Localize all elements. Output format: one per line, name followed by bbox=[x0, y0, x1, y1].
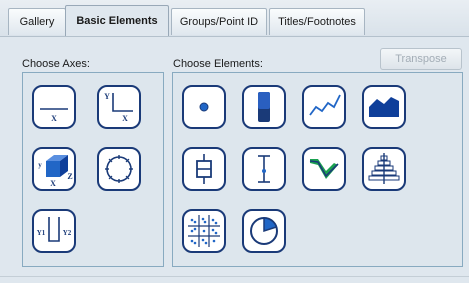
ribbon-element-button[interactable] bbox=[302, 147, 346, 191]
tab-basic-elements-label: Basic Elements bbox=[76, 15, 158, 27]
ribbon-icon bbox=[309, 159, 339, 179]
tab-groups-point-id[interactable]: Groups/Point ID bbox=[171, 8, 267, 35]
line-element-button[interactable] bbox=[302, 85, 346, 129]
x-label: X bbox=[51, 114, 57, 123]
tab-gallery-label: Gallery bbox=[19, 16, 55, 28]
y2-label: Y2 bbox=[63, 229, 72, 237]
x-axis-button[interactable]: X bbox=[32, 85, 76, 129]
transpose-label: Transpose bbox=[395, 53, 447, 65]
tab-groups-label: Groups/Point ID bbox=[179, 16, 259, 28]
xy-axes-button[interactable]: Y X bbox=[97, 85, 141, 129]
dot-plot-element-button[interactable] bbox=[182, 209, 226, 253]
x-label: X bbox=[50, 179, 56, 188]
x-label: X bbox=[122, 114, 128, 123]
polar-axis-button[interactable] bbox=[97, 147, 141, 191]
pie-element-button[interactable] bbox=[242, 209, 286, 253]
tab-titles-label: Titles/Footnotes bbox=[278, 16, 356, 28]
error-bar-element-button[interactable] bbox=[242, 147, 286, 191]
transpose-button[interactable]: Transpose bbox=[380, 48, 462, 70]
population-pyramid-element-button[interactable] bbox=[362, 147, 406, 191]
tab-bar: Gallery Basic Elements Groups/Point ID T… bbox=[0, 0, 469, 37]
z-label: Z bbox=[67, 172, 72, 181]
axes-panel: X Y X y X Z Y1 Y2 bbox=[22, 72, 164, 267]
point-element-button[interactable] bbox=[182, 85, 226, 129]
3d-axes-icon: y X Z bbox=[38, 155, 73, 188]
dot-plot-icon bbox=[188, 215, 220, 247]
y1-label: Y1 bbox=[37, 229, 46, 237]
point-icon bbox=[199, 102, 209, 112]
chart-builder-dialog: Gallery Basic Elements Groups/Point ID T… bbox=[0, 0, 469, 283]
choose-elements-label: Choose Elements: bbox=[173, 58, 263, 70]
bar-element-button[interactable] bbox=[242, 85, 286, 129]
y-label: Y bbox=[104, 92, 110, 101]
3d-axes-button[interactable]: y X Z bbox=[32, 147, 76, 191]
tab-titles-footnotes[interactable]: Titles/Footnotes bbox=[269, 8, 365, 35]
boxplot-element-button[interactable] bbox=[182, 147, 226, 191]
dual-y-axes-button[interactable]: Y1 Y2 bbox=[32, 209, 76, 253]
tab-gallery[interactable]: Gallery bbox=[8, 8, 66, 35]
polar-axis-icon bbox=[105, 155, 133, 183]
bar-icon bbox=[258, 92, 270, 122]
population-pyramid-icon bbox=[368, 153, 400, 184]
choose-axes-label: Choose Axes: bbox=[22, 58, 90, 70]
area-element-button[interactable] bbox=[362, 85, 406, 129]
elements-panel bbox=[172, 72, 463, 267]
xy-axes-icon: Y X bbox=[104, 92, 133, 123]
x-axis-icon: X bbox=[40, 108, 68, 123]
y-label: y bbox=[38, 161, 42, 169]
boxplot-icon bbox=[196, 154, 212, 184]
error-bar-icon bbox=[258, 155, 270, 183]
dual-y-axes-icon: Y1 Y2 bbox=[37, 217, 72, 242]
line-icon bbox=[309, 94, 341, 116]
area-icon bbox=[369, 97, 399, 117]
tab-basic-elements[interactable]: Basic Elements bbox=[65, 5, 169, 36]
pie-icon bbox=[250, 217, 278, 245]
